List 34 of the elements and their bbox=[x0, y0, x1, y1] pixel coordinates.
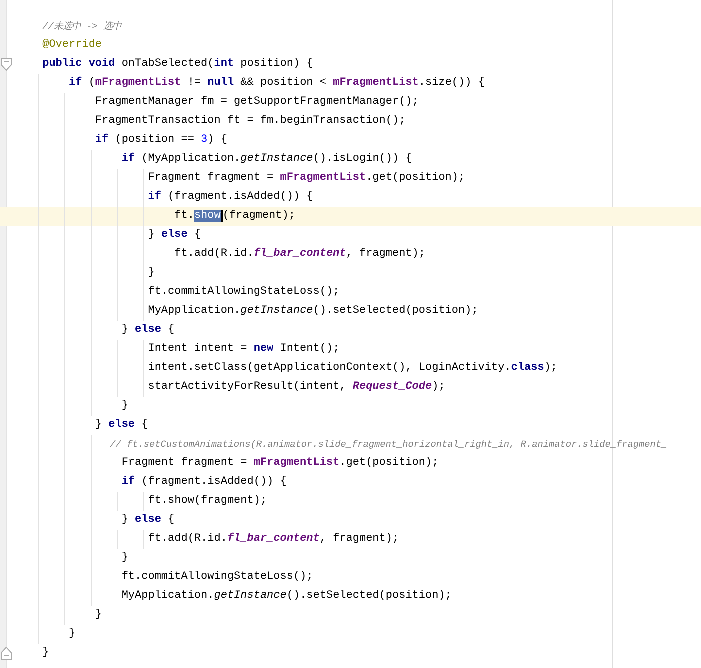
fold-icon[interactable] bbox=[1, 58, 12, 71]
code-line: } bbox=[0, 606, 701, 625]
code-line: Fragment fragment = mFragmentList.get(position); bbox=[0, 454, 701, 473]
code-line: ft.commitAllowingStateLoss(); bbox=[0, 283, 701, 302]
code-line: } bbox=[0, 264, 701, 283]
code-line: if (fragment.isAdded()) { bbox=[0, 188, 701, 207]
code-line: if (MyApplication.getInstance().isLogin()) { bbox=[0, 150, 701, 169]
code-line: //未选中 -> 选中 bbox=[42, 20, 123, 34]
code-line: if (mFragmentList != null && position < mFragmentList.size()) { bbox=[0, 74, 701, 93]
code-line: if (fragment.isAdded()) { bbox=[0, 473, 701, 492]
code-line: } bbox=[0, 549, 701, 568]
code-line: ft.add(R.id.fl_bar_content, fragment); bbox=[0, 530, 701, 549]
code-line: } else { bbox=[0, 511, 701, 530]
code-line: startActivityForResult(intent, Request_Code); bbox=[0, 378, 701, 397]
code-line: ft.show(fragment); bbox=[0, 492, 701, 511]
code-line: public void onTabSelected(int position) { bbox=[0, 55, 701, 74]
code-line: Intent intent = new Intent(); bbox=[0, 340, 701, 359]
code-line: } bbox=[0, 644, 701, 663]
code-line: ft.commitAllowingStateLoss(); bbox=[0, 568, 701, 587]
code-line: MyApplication.getInstance().setSelected(position); bbox=[0, 302, 701, 321]
code-line: MyApplication.getInstance().setSelected(position); bbox=[0, 587, 701, 606]
code-line: FragmentManager fm = getSupportFragmentManager(); bbox=[0, 93, 701, 112]
code-line: FragmentTransaction ft = fm.beginTransaction(); bbox=[0, 112, 701, 131]
code-line: } bbox=[0, 397, 701, 416]
code-line: if (position == 3) { bbox=[0, 131, 701, 150]
code-line: // ft.setCustomAnimations(R.animator.slide_fragment_horizontal_right_in, R.animator.slide_fragment_ bbox=[0, 435, 701, 454]
code-line: ft.add(R.id.fl_bar_content, fragment); bbox=[0, 245, 701, 264]
code-line: @Override bbox=[42, 38, 104, 53]
code-line: } else { bbox=[0, 416, 701, 435]
code-line: Fragment fragment = mFragmentList.get(position); bbox=[0, 169, 701, 188]
code-line: } bbox=[0, 625, 701, 644]
code-line: } else { bbox=[0, 226, 701, 245]
code-line: intent.setClass(getApplicationContext(), LoginActivity.class); bbox=[0, 359, 701, 378]
code-line: } else { bbox=[0, 321, 701, 340]
